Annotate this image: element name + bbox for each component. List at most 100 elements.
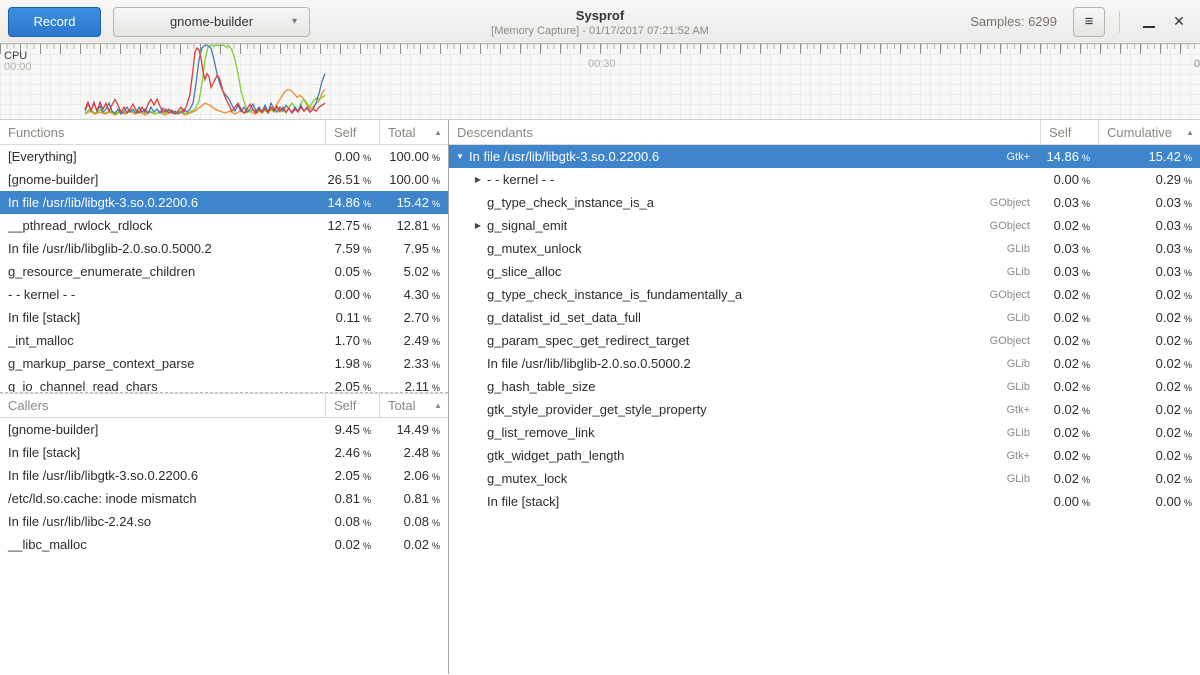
percent-cell: 0.29%: [1098, 172, 1200, 187]
percent-sign: %: [432, 291, 440, 301]
table-row[interactable]: ▶- - kernel - -0.00%0.29%: [449, 168, 1200, 191]
table-row[interactable]: g_type_check_instance_is_fundamentally_a…: [449, 283, 1200, 306]
table-row[interactable]: - - kernel - -0.00%4.30%: [0, 283, 448, 306]
percent-cell: 0.00%: [325, 149, 379, 164]
percent-cell: 2.46%: [325, 445, 379, 460]
percent-value: 0.02: [1054, 448, 1079, 463]
table-row[interactable]: [gnome-builder]9.45%14.49%: [0, 418, 448, 441]
percent-value: 100.00: [389, 149, 429, 164]
column-header-total[interactable]: Total ▲: [379, 394, 448, 417]
percent-cell: 100.00%: [379, 149, 448, 164]
table-row[interactable]: gtk_widget_path_lengthGtk+0.02%0.02%: [449, 444, 1200, 467]
percent-cell: 12.75%: [325, 218, 379, 233]
expander-expanded-icon[interactable]: ▼: [453, 152, 467, 161]
column-header-cumulative[interactable]: Cumulative ▲: [1098, 120, 1200, 144]
percent-cell: 15.42%: [379, 195, 448, 210]
time-label-2: 01:00: [1194, 58, 1200, 70]
percent-cell: 2.06%: [379, 468, 448, 483]
percent-value: 0.02: [1156, 379, 1181, 394]
table-row[interactable]: In file [stack]0.11%2.70%: [0, 306, 448, 329]
column-header-self[interactable]: Self: [325, 394, 379, 417]
percent-value: 0.11: [336, 310, 360, 325]
percent-cell: 0.02%: [1098, 448, 1200, 463]
table-row[interactable]: gtk_style_provider_get_style_propertyGtk…: [449, 398, 1200, 421]
table-row[interactable]: [Everything]0.00%100.00%: [0, 145, 448, 168]
functions-table-header: Functions Self Total ▲: [0, 120, 448, 145]
minimize-button[interactable]: [1134, 7, 1164, 37]
percent-cell: 0.02%: [1040, 402, 1098, 417]
percent-sign: %: [1082, 291, 1090, 301]
percent-value: 0.02: [1156, 310, 1181, 325]
expander-collapsed-icon[interactable]: ▶: [471, 175, 485, 184]
percent-sign: %: [363, 426, 371, 436]
table-row[interactable]: g_hash_table_sizeGLib0.02%0.02%: [449, 375, 1200, 398]
percent-sign: %: [1184, 268, 1192, 278]
table-row[interactable]: In file /usr/lib/libglib-2.0.so.0.5000.2…: [449, 352, 1200, 375]
table-row[interactable]: In file /usr/lib/libgtk-3.so.0.2200.614.…: [0, 191, 448, 214]
table-row[interactable]: In file /usr/lib/libglib-2.0.so.0.5000.2…: [0, 237, 448, 260]
table-row[interactable]: In file /usr/lib/libc-2.24.so0.08%0.08%: [0, 510, 448, 533]
percent-sign: %: [432, 222, 440, 232]
percent-value: 0.03: [1054, 264, 1079, 279]
chevron-down-icon: ▾: [292, 16, 297, 27]
percent-value: 0.29: [1156, 172, 1181, 187]
samples-count: Samples: 6299: [970, 14, 1057, 29]
percent-cell: 0.05%: [325, 264, 379, 279]
sort-ascending-icon: ▲: [434, 128, 448, 137]
table-row[interactable]: In file /usr/lib/libgtk-3.so.0.2200.62.0…: [0, 464, 448, 487]
table-row[interactable]: g_resource_enumerate_children0.05%5.02%: [0, 260, 448, 283]
expander-collapsed-icon[interactable]: ▶: [471, 221, 485, 230]
descendants-table-body: ▼In file /usr/lib/libgtk-3.so.0.2200.6Gt…: [449, 145, 1200, 513]
table-row[interactable]: g_mutex_unlockGLib0.03%0.03%: [449, 237, 1200, 260]
table-row[interactable]: In file [stack]2.46%2.48%: [0, 441, 448, 464]
percent-value: 2.05: [335, 468, 360, 483]
library-badge: GLib: [999, 427, 1040, 439]
process-selector-value: gnome-builder: [170, 14, 253, 29]
table-row[interactable]: g_datalist_id_set_data_fullGLib0.02%0.02…: [449, 306, 1200, 329]
library-badge: GObject: [982, 197, 1040, 209]
cpu-graph[interactable]: CPU 00:00 00:30 01:00: [0, 44, 1200, 120]
record-button[interactable]: Record: [8, 7, 101, 37]
table-row[interactable]: /etc/ld.so.cache: inode mismatch0.81%0.8…: [0, 487, 448, 510]
function-name: g_slice_alloc: [485, 264, 561, 279]
percent-sign: %: [1082, 429, 1090, 439]
table-row[interactable]: In file [stack]0.00%0.00%: [449, 490, 1200, 513]
table-row[interactable]: g_param_spec_get_redirect_targetGObject0…: [449, 329, 1200, 352]
function-name: [gnome-builder]: [0, 172, 98, 187]
table-row[interactable]: ▶g_signal_emitGObject0.02%0.03%: [449, 214, 1200, 237]
percent-cell: 0.03%: [1040, 195, 1098, 210]
percent-sign: %: [363, 176, 371, 186]
percent-cell: 0.02%: [325, 537, 379, 552]
column-header-self[interactable]: Self: [325, 120, 379, 144]
menu-button[interactable]: ≡: [1073, 7, 1105, 37]
column-header-descendants[interactable]: Descendants: [449, 120, 1040, 144]
percent-sign: %: [432, 541, 440, 551]
percent-value: 0.02: [1054, 379, 1079, 394]
column-header-self[interactable]: Self: [1040, 120, 1098, 144]
table-row[interactable]: g_list_remove_linkGLib0.02%0.02%: [449, 421, 1200, 444]
table-row[interactable]: __pthread_rwlock_rdlock12.75%12.81%: [0, 214, 448, 237]
table-row[interactable]: g_io_channel_read_chars2.05%2.11%: [0, 375, 448, 393]
table-row[interactable]: g_type_check_instance_is_aGObject0.03%0.…: [449, 191, 1200, 214]
column-header-functions[interactable]: Functions: [0, 120, 325, 144]
percent-sign: %: [1184, 199, 1192, 209]
table-row[interactable]: ▼In file /usr/lib/libgtk-3.so.0.2200.6Gt…: [449, 145, 1200, 168]
column-header-total[interactable]: Total ▲: [379, 120, 448, 144]
close-button[interactable]: ✕: [1164, 7, 1194, 37]
table-row[interactable]: _int_malloc1.70%2.49%: [0, 329, 448, 352]
table-row[interactable]: [gnome-builder]26.51%100.00%: [0, 168, 448, 191]
percent-cell: 0.81%: [325, 491, 379, 506]
percent-cell: 15.42%: [1098, 149, 1200, 164]
percent-value: 15.42: [1148, 149, 1181, 164]
table-row[interactable]: __libc_malloc0.02%0.02%: [0, 533, 448, 556]
table-row[interactable]: g_mutex_lockGLib0.02%0.02%: [449, 467, 1200, 490]
percent-cell: 0.02%: [1098, 333, 1200, 348]
table-row[interactable]: g_slice_allocGLib0.03%0.03%: [449, 260, 1200, 283]
function-name: In file /usr/lib/libgtk-3.so.0.2200.6: [467, 149, 659, 164]
function-name: g_param_spec_get_redirect_target: [485, 333, 689, 348]
process-selector-dropdown[interactable]: gnome-builder ▾: [113, 7, 310, 37]
column-header-callers[interactable]: Callers: [0, 394, 325, 417]
table-row[interactable]: g_markup_parse_context_parse1.98%2.33%: [0, 352, 448, 375]
percent-sign: %: [363, 199, 371, 209]
percent-cell: 0.02%: [1098, 356, 1200, 371]
